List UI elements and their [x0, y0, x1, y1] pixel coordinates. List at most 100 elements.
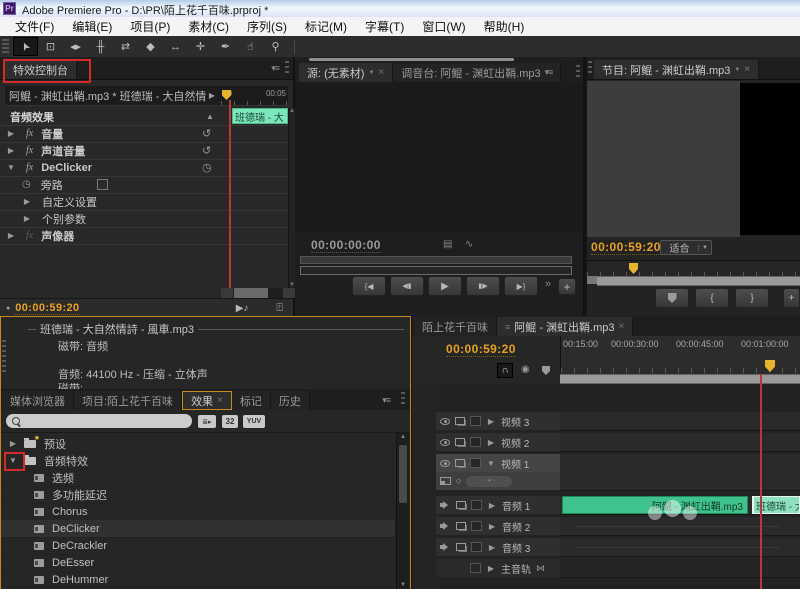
hscroll-thumb[interactable] — [234, 288, 268, 298]
track-header-audio2[interactable]: ▶ 音频 2 — [436, 517, 560, 535]
search-input[interactable] — [20, 414, 192, 428]
toggle-track-output-icon[interactable] — [440, 439, 450, 446]
source-timecode[interactable]: 00:00:00:00 — [311, 238, 381, 252]
tree-item-multitap-delay[interactable]: 多功能延迟 — [0, 486, 394, 504]
master-lane[interactable] — [560, 559, 800, 578]
stopwatch-icon[interactable]: ◷ — [202, 161, 212, 174]
expander-icon[interactable]: ▼ — [6, 163, 16, 172]
reset-icon[interactable]: ↺ — [202, 127, 211, 140]
sync-lock-icon[interactable] — [456, 543, 466, 551]
tree-item-deesser[interactable]: DeEsser — [0, 554, 394, 572]
step-forward-button[interactable]: ▮▶ — [466, 276, 500, 296]
ec-row-volume[interactable]: ▶ fx 音量 ↺ — [0, 125, 288, 143]
expander-icon[interactable]: ▶ — [486, 438, 496, 447]
tab-effect-controls[interactable]: 特效控制台 — [5, 60, 77, 79]
tool-slide[interactable]: ✛ — [188, 37, 213, 56]
program-scrollbar[interactable] — [587, 276, 800, 284]
expander-icon[interactable]: ▼ — [8, 456, 18, 465]
track-header-video1[interactable]: ▼ 视频 1 — [436, 454, 560, 472]
ec-playhead-line[interactable] — [229, 100, 231, 288]
track-header-video2[interactable]: ▶ 视频 2 — [436, 433, 560, 451]
bypass-checkbox[interactable] — [97, 179, 108, 190]
sync-lock-icon[interactable] — [456, 522, 466, 530]
tree-item-presets[interactable]: ▶ ★ 预设 — [0, 435, 394, 453]
keyframe-nav-pill[interactable]: ‹ ● › — [466, 476, 512, 487]
expander-icon[interactable]: ▶ — [487, 543, 497, 552]
track-header-audio3[interactable]: ▶ 音频 3 — [436, 538, 560, 556]
tree-item-audio-effects[interactable]: ▼ 音频特效 — [0, 452, 394, 470]
audio3-lane[interactable] — [560, 538, 800, 557]
video1-lane[interactable] — [560, 454, 800, 491]
program-plus-button[interactable]: + — [783, 288, 800, 308]
tab-effects[interactable]: 效果 × — [182, 391, 232, 410]
expander-icon[interactable]: ▶ — [6, 129, 16, 138]
menu-marker[interactable]: 标记(M) — [296, 18, 356, 35]
tool-slip[interactable]: ↔ — [163, 37, 188, 56]
audio2-lane[interactable] — [560, 517, 800, 536]
track-toggle-box[interactable] — [471, 542, 482, 552]
tree-item-dehummer[interactable]: DeHummer — [0, 571, 394, 589]
track-toggle-box[interactable] — [471, 500, 482, 510]
menu-edit[interactable]: 编辑(E) — [63, 18, 121, 35]
tree-item-decrackler[interactable]: DeCrackler — [0, 537, 394, 555]
panel-grip[interactable] — [588, 61, 592, 75]
effects-search-box[interactable] — [6, 414, 192, 428]
reset-icon[interactable]: ↺ — [202, 144, 211, 157]
close-icon[interactable]: × — [619, 321, 625, 332]
stopwatch-icon[interactable]: ◷ — [22, 179, 31, 190]
goto-in-button[interactable]: {◀ — [352, 276, 386, 296]
fit-dropdown[interactable]: 适合 ▼ — [660, 240, 712, 255]
ec-row-panner[interactable]: ▶ fx 声像器 — [0, 227, 288, 245]
sync-lock-icon[interactable] — [456, 501, 466, 509]
track-header-master[interactable]: ▶ 主音轨 ⋈ — [436, 559, 560, 577]
tool-razor[interactable]: ◆ — [138, 37, 163, 56]
track-toggle-box[interactable] — [470, 563, 481, 573]
export-icon[interactable]: ⍐ — [276, 302, 283, 315]
speaker-icon[interactable] — [440, 543, 451, 552]
ec-row-custom-setup[interactable]: ▶ 自定义设置 — [0, 193, 288, 211]
expander-icon[interactable]: ▼ — [486, 459, 496, 468]
track-header-video3[interactable]: ▶ 视频 3 — [436, 412, 560, 430]
expander-icon[interactable]: ▶ — [8, 439, 18, 448]
effects-scrollbar[interactable]: ▲ ▼ — [396, 433, 409, 589]
program-mini-ruler[interactable] — [587, 260, 800, 277]
video3-lane[interactable] — [560, 412, 800, 431]
menu-file[interactable]: 文件(F) — [6, 18, 63, 35]
tab-project[interactable]: 项目:陌上花千百味 — [74, 391, 182, 410]
keyframe-icon[interactable]: ◇ — [456, 477, 461, 485]
panel-grip[interactable] — [285, 61, 289, 75]
work-area-bar[interactable] — [560, 374, 800, 384]
ec-hscrollbar[interactable] — [221, 288, 295, 298]
track-header-video1-controls[interactable]: ◇ ‹ ● › — [436, 472, 560, 490]
expander-icon[interactable]: ▶ — [486, 417, 496, 426]
dropdown-icon[interactable]: ▼ — [734, 67, 740, 73]
track-toggle-box[interactable] — [470, 458, 481, 468]
source-zoom-bar[interactable] — [300, 266, 572, 275]
tree-item-chorus[interactable]: Chorus — [0, 503, 394, 521]
ec-row-bypass[interactable]: ◷ 旁路 — [0, 176, 288, 194]
tab-audio-mixer[interactable]: 调音台: 阿鲲 - 渊虹出鞘.mp3 ▾≡ — [393, 63, 561, 82]
timeline-ruler[interactable]: 00:15:00 00:00:30:00 00:00:45:00 00:01:0… — [560, 336, 800, 374]
film-icon[interactable]: ▤ — [443, 239, 452, 250]
collapse-icon[interactable]: ▲ — [205, 112, 215, 121]
sync-lock-icon[interactable] — [455, 438, 465, 446]
tool-ripple-edit[interactable]: ◀▶ — [63, 37, 88, 56]
hscroll-right[interactable] — [283, 288, 295, 298]
play-button[interactable]: ▶ — [428, 276, 462, 296]
scroll-up-icon[interactable]: ▲ — [400, 434, 406, 440]
ec-timecode[interactable]: 00:00:59:20 — [15, 302, 79, 315]
filter-yuv-button[interactable]: YUV — [243, 415, 265, 428]
mark-out-button[interactable]: } — [735, 288, 769, 308]
menu-clip[interactable]: 素材(C) — [179, 18, 238, 35]
goto-out-button[interactable]: ▶} — [504, 276, 538, 296]
tab-media-browser[interactable]: 媒体浏览器 — [2, 391, 74, 410]
display-style-icon[interactable] — [440, 477, 451, 485]
program-scrollbar-thumb[interactable] — [597, 276, 800, 286]
source-scrubber[interactable] — [300, 256, 572, 264]
panel-menu-icon[interactable]: ▾≡ — [545, 67, 553, 78]
accelerated-effects-button[interactable]: ≣▸ — [198, 415, 216, 428]
tab-program[interactable]: 节目: 阿鲲 - 渊虹出鞘.mp3 ▼ × — [594, 60, 759, 79]
tool-pen[interactable]: ✒ — [213, 37, 238, 56]
tool-track-select[interactable]: ⊡ — [38, 37, 63, 56]
toggle-track-output-icon[interactable] — [440, 460, 450, 467]
